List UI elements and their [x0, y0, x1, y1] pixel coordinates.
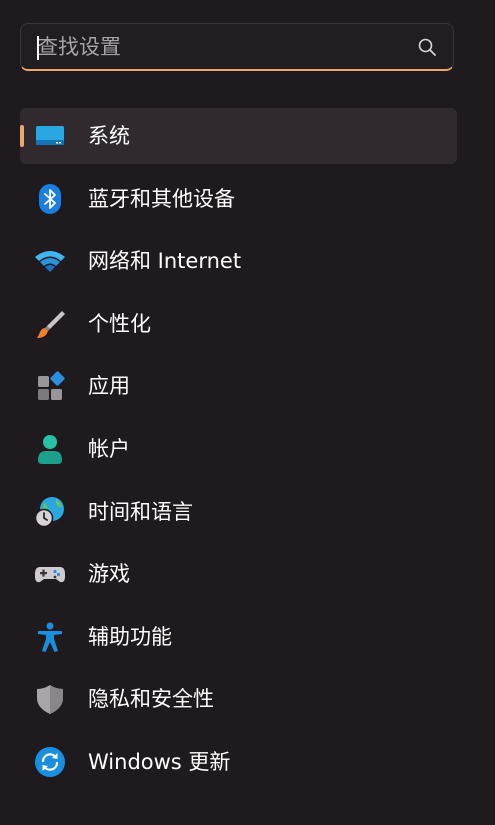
search-box[interactable] — [20, 23, 454, 71]
sidebar-item-label: 帐户 — [88, 436, 130, 461]
shield-icon — [34, 683, 66, 715]
sidebar-item-apps[interactable]: 应用 — [20, 358, 457, 414]
sidebar-item-accounts[interactable]: 帐户 — [20, 421, 457, 477]
selection-indicator — [20, 125, 24, 147]
sidebar-item-label: 时间和语言 — [88, 499, 193, 524]
sidebar-item-label: 个性化 — [88, 311, 151, 336]
sidebar-item-label: 辅助功能 — [88, 624, 172, 649]
sidebar-item-label: 游戏 — [88, 562, 130, 587]
sidebar-item-label: 应用 — [88, 374, 130, 399]
apps-icon — [34, 370, 66, 402]
search-input[interactable] — [37, 24, 407, 70]
sidebar-item-gaming[interactable]: 游戏 — [20, 546, 457, 602]
accessibility-icon — [34, 621, 66, 653]
wifi-icon — [34, 245, 66, 277]
search-icon[interactable] — [417, 37, 437, 57]
paintbrush-icon — [34, 308, 66, 340]
sidebar-item-label: 网络和 Internet — [88, 249, 242, 274]
sidebar-item-privacy[interactable]: 隐私和安全性 — [20, 671, 457, 727]
refresh-icon — [34, 746, 66, 778]
sidebar-item-label: Windows 更新 — [88, 749, 231, 774]
account-icon — [34, 433, 66, 465]
sidebar-item-windows-update[interactable]: Windows 更新 — [20, 734, 457, 790]
sidebar-item-time-language[interactable]: 时间和语言 — [20, 484, 457, 540]
gamepad-icon — [34, 558, 66, 590]
bluetooth-icon — [34, 183, 66, 215]
sidebar-item-personalization[interactable]: 个性化 — [20, 296, 457, 352]
sidebar-item-network[interactable]: 网络和 Internet — [20, 233, 457, 289]
sidebar-item-bluetooth[interactable]: 蓝牙和其他设备 — [20, 171, 457, 227]
sidebar-item-accessibility[interactable]: 辅助功能 — [20, 609, 457, 665]
globe-clock-icon — [34, 496, 66, 528]
sidebar-item-system[interactable]: 系统 — [20, 108, 457, 164]
sidebar-item-label: 系统 — [88, 124, 130, 148]
text-caret — [37, 36, 39, 60]
settings-nav: 系统 蓝牙和其他设备 网络和 Internet 个性化 应用 帐户 时间和语言 … — [20, 108, 457, 797]
monitor-icon — [34, 120, 66, 152]
sidebar-item-label: 蓝牙和其他设备 — [88, 186, 235, 211]
sidebar-item-label: 隐私和安全性 — [88, 687, 214, 712]
